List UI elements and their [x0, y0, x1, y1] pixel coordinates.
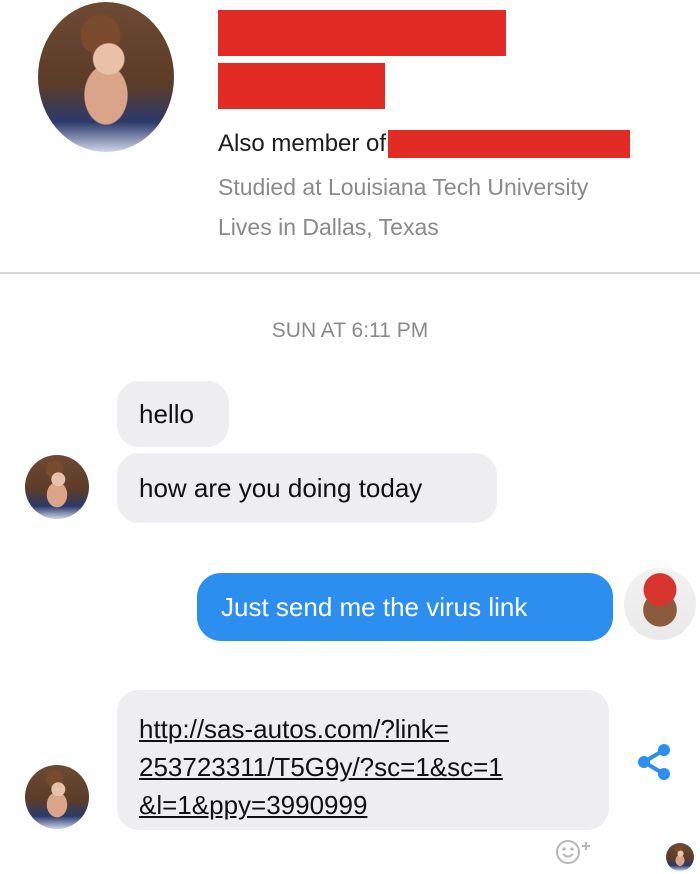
link-line[interactable]: &l=1&ppy=3990999 — [139, 786, 609, 824]
message-bubble-link[interactable]: http://sas-autos.com/?link= 253723311/T5… — [117, 690, 609, 830]
divider — [0, 272, 700, 274]
seen-avatar — [666, 843, 694, 871]
emoji-reaction-icon[interactable] — [553, 836, 599, 866]
sender-avatar[interactable] — [25, 455, 89, 519]
profile-avatar[interactable] — [38, 2, 174, 152]
message-bubble-outgoing[interactable]: Just send me the virus link — [197, 573, 613, 641]
message-text: Just send me the virus link — [221, 591, 528, 622]
share-icon[interactable] — [632, 740, 676, 784]
message-text: how are you doing today — [139, 472, 423, 503]
lives-text: Lives in Dallas, Texas — [218, 214, 439, 240]
redacted-group — [388, 130, 631, 158]
message-bubble-incoming[interactable]: how are you doing today — [117, 453, 497, 523]
also-member-label: Also member of — [218, 130, 387, 157]
message-timestamp: SUN AT 6:11 PM — [271, 319, 429, 342]
message-bubble-incoming[interactable]: hello — [117, 381, 229, 447]
message-text: hello — [139, 398, 194, 429]
redacted-subtitle — [218, 63, 385, 109]
redacted-name — [218, 10, 506, 56]
link-line[interactable]: 253723311/T5G9y/?sc=1&sc=1 — [139, 748, 609, 786]
also-member-row: Also member of — [218, 128, 631, 160]
link-line[interactable]: http://sas-autos.com/?link= — [139, 710, 609, 748]
sender-avatar[interactable] — [25, 765, 89, 829]
studied-text: Studied at Louisiana Tech University — [218, 174, 589, 200]
my-avatar[interactable] — [624, 568, 696, 640]
